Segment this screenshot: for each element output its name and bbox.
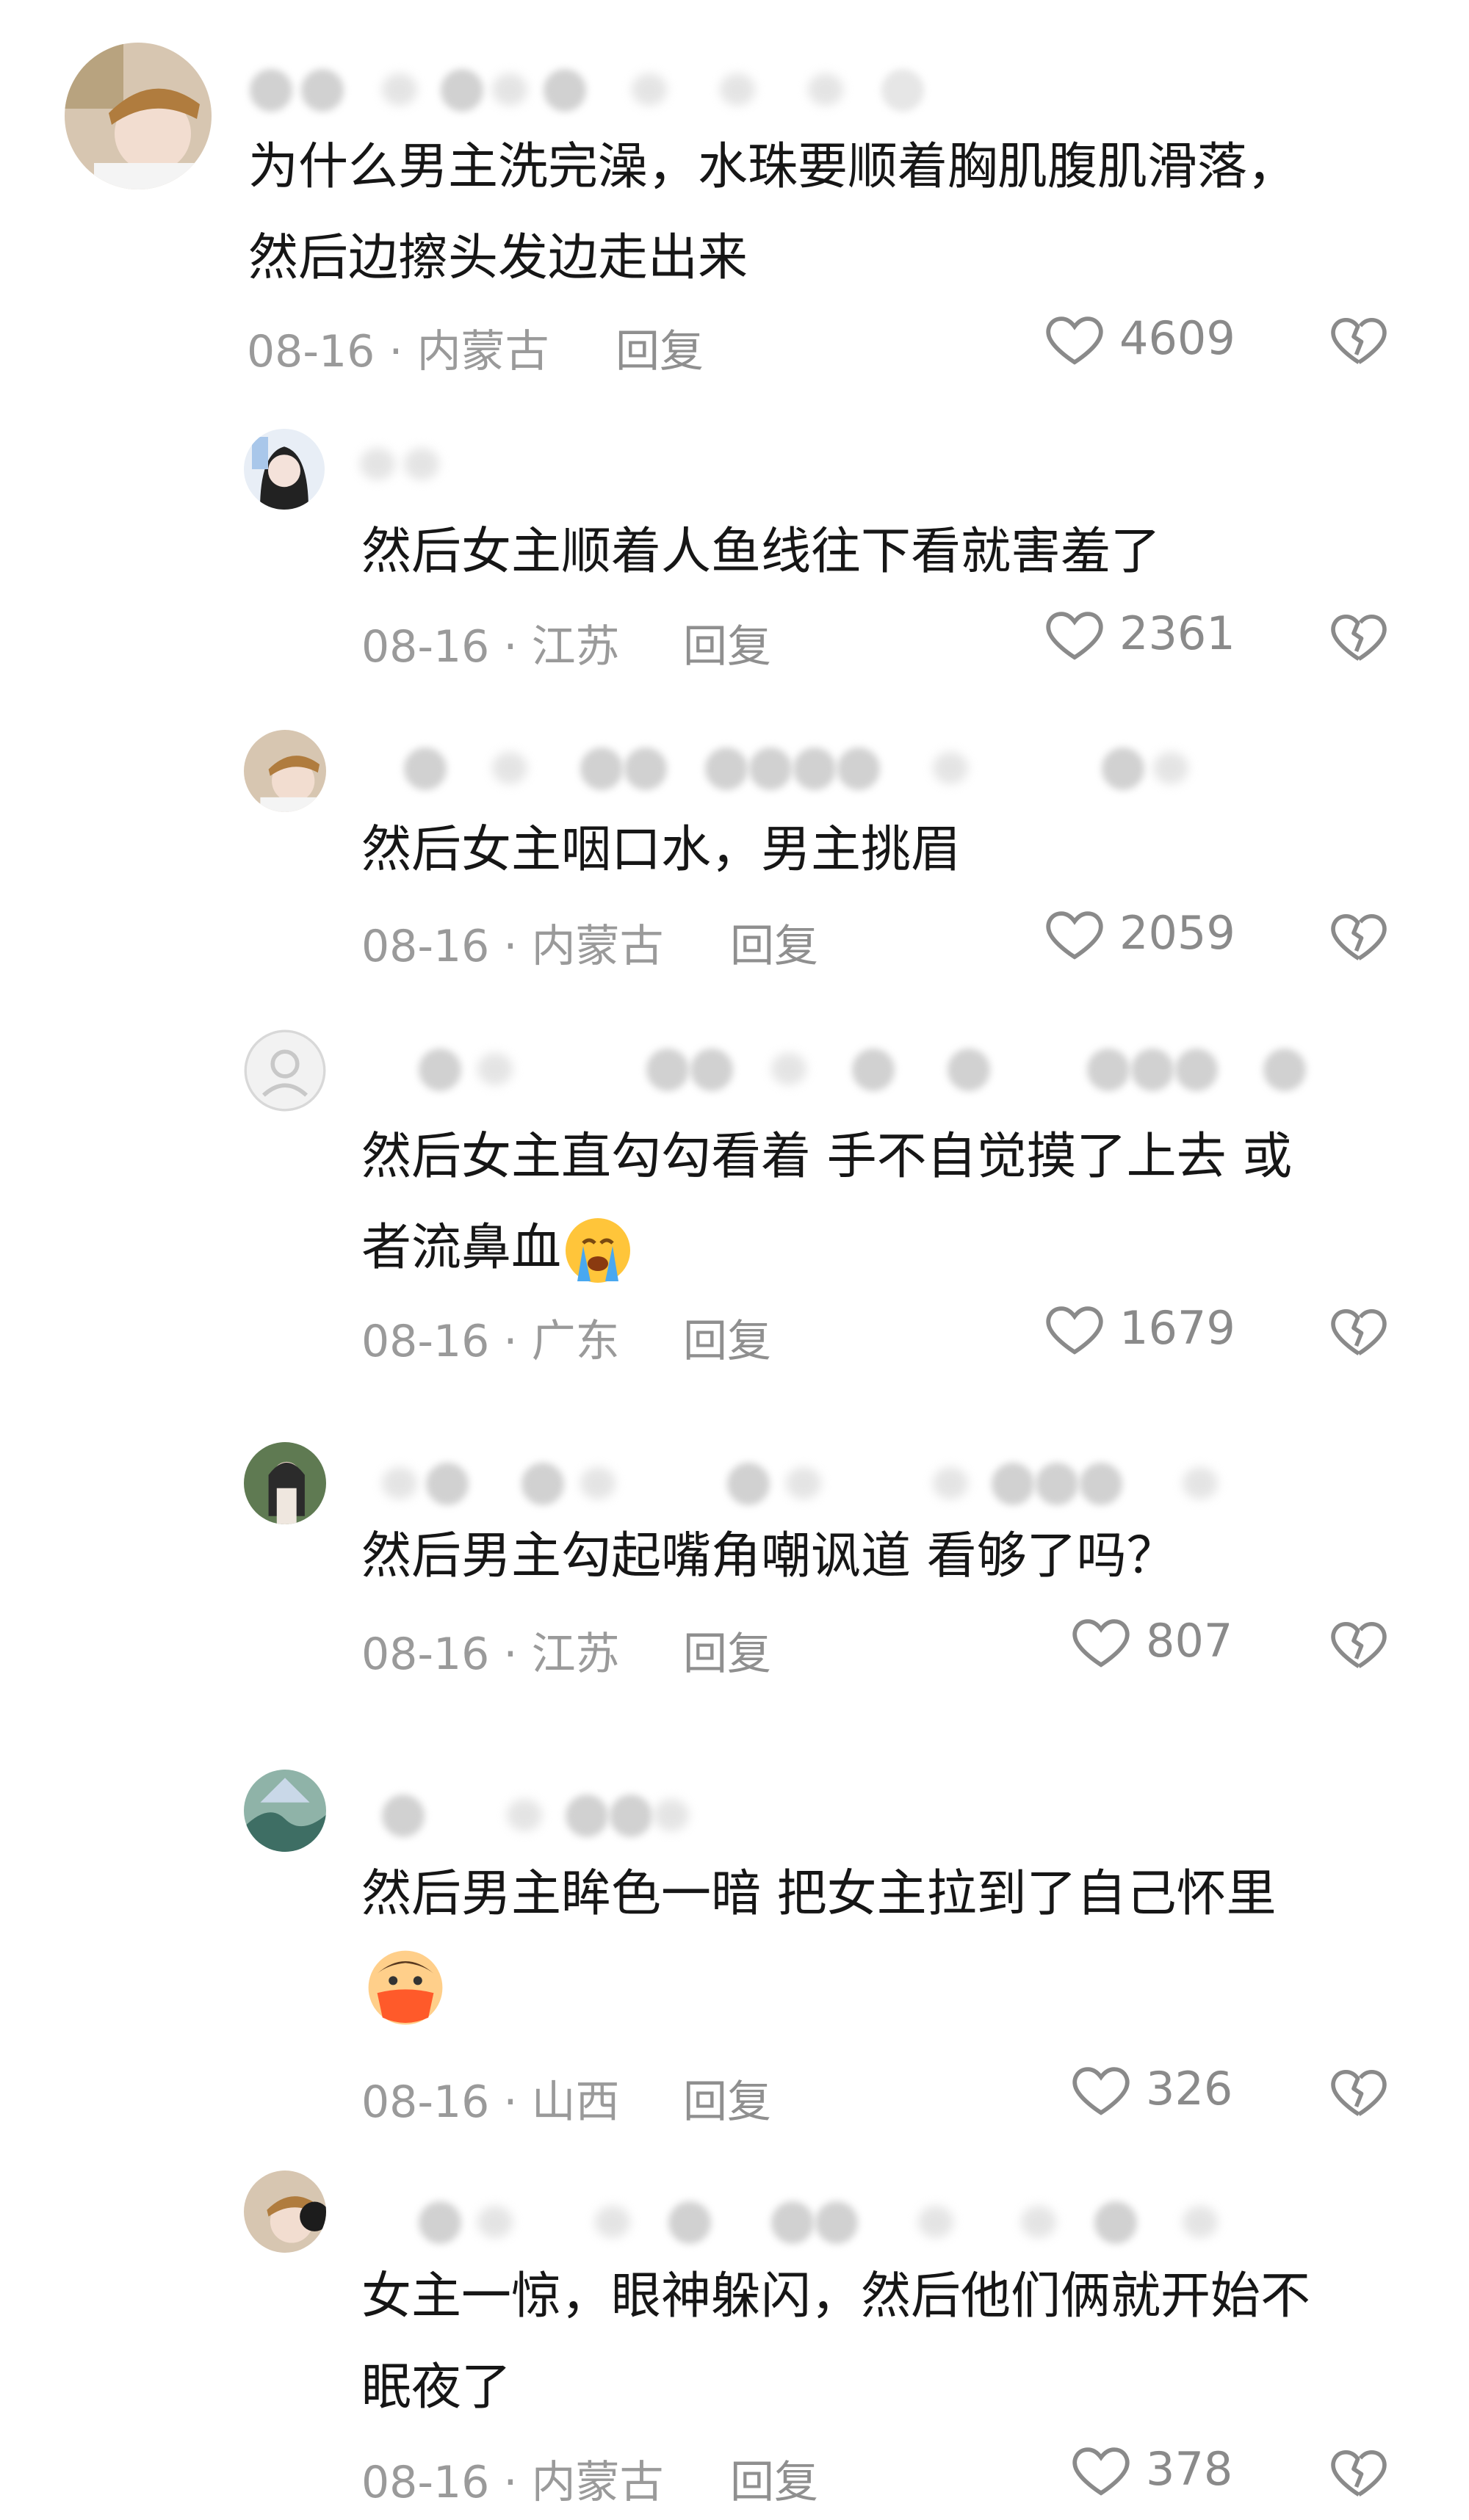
username-blurred[interactable]: [360, 433, 507, 485]
username-blurred[interactable]: [360, 2191, 1293, 2244]
broken-heart-icon: [1331, 2450, 1387, 2497]
username-blurred[interactable]: [360, 1452, 1278, 1505]
broken-heart-icon: [1331, 1621, 1387, 1668]
broken-heart-icon: [1331, 2069, 1387, 2116]
avatar[interactable]: [244, 429, 325, 510]
like-count: 378: [1146, 2442, 1233, 2496]
reply-button[interactable]: 回复: [616, 316, 704, 380]
comment-text: 为什么男主洗完澡，水珠要顺着胸肌腹肌滑落， 然后边擦头发边走出来: [248, 138, 1298, 287]
reply-button[interactable]: 回复: [683, 611, 771, 675]
dislike-button[interactable]: [1328, 1300, 1390, 1361]
comment-date-location: 08-16 · 江苏: [361, 621, 620, 673]
comment-date-location: 08-16 · 内蒙古: [361, 921, 664, 972]
avatar[interactable]: [244, 2170, 326, 2253]
dislike-button[interactable]: [1328, 308, 1390, 370]
avatar[interactable]: [65, 43, 212, 189]
heart-outline-icon: [1072, 2447, 1130, 2496]
like-button[interactable]: 807: [1069, 1610, 1275, 1676]
heart-outline-icon: [1046, 911, 1103, 960]
broken-heart-icon: [1331, 1308, 1387, 1355]
heart-outline-icon: [1046, 612, 1103, 660]
reply-button[interactable]: 回复: [730, 910, 818, 974]
username-blurred[interactable]: [250, 59, 955, 112]
comment-text: 然后男主眸色一暗 把女主拉到了自己怀里: [361, 1849, 1277, 2032]
comment-text: 然后女主直勾勾看着 手不自觉摸了上去 或 者流鼻血: [361, 1112, 1292, 1294]
reply-item: 女主一惊，眼神躲闪，然后他们俩就开始不 眠夜了 08-16 · 内蒙古 回复 3…: [0, 2159, 1469, 2520]
dislike-button[interactable]: [1328, 2060, 1390, 2122]
like-count: 2361: [1119, 607, 1235, 660]
like-count: 2059: [1119, 906, 1235, 960]
comment-date-location: 08-16 · 内蒙古: [247, 326, 549, 377]
like-button[interactable]: 4609: [1043, 307, 1263, 373]
crying-face-emoji-icon: [566, 1218, 631, 1283]
avatar[interactable]: [244, 730, 326, 812]
reply-item: 然后女主咽口水，男主挑眉 08-16 · 内蒙古 回复 2059: [0, 711, 1469, 1004]
heart-outline-icon: [1046, 316, 1103, 365]
comment-date-location: 08-16 · 广东: [361, 1316, 620, 1367]
reply-item: 然后女主顺着人鱼线往下看就害羞了 08-16 · 江苏 回复 2361: [0, 411, 1469, 690]
reply-button[interactable]: 回复: [683, 2066, 771, 2130]
like-count: 326: [1146, 2062, 1233, 2115]
heart-outline-icon: [1072, 1619, 1130, 1668]
reply-item: 然后女主直勾勾看着 手不自觉摸了上去 或 者流鼻血 08-16 · 广东 回复 …: [0, 1012, 1469, 1394]
reply-item: 然后男主眸色一暗 把女主拉到了自己怀里 08-16 · 山西 回复 326: [0, 1770, 1469, 2128]
avatar[interactable]: [244, 1029, 326, 1112]
comment-text: 然后女主顺着人鱼线往下看就害羞了: [361, 523, 1161, 581]
mask-face-emoji-icon: [368, 1951, 443, 2025]
comment-date-location: 08-16 · 山西: [361, 2077, 620, 2128]
like-button[interactable]: 378: [1069, 2438, 1275, 2504]
username-blurred[interactable]: [360, 737, 1300, 790]
comment-date-location: 08-16 · 内蒙古: [361, 2457, 664, 2508]
comment-text: 然后男主勾起嘴角嘲讽道 看够了吗？: [361, 1527, 1177, 1585]
like-count: 1679: [1119, 1301, 1235, 1355]
comment-item: 为什么男主洗完澡，水珠要顺着胸肌腹肌滑落， 然后边擦头发边走出来 08-16 ·…: [0, 0, 1469, 382]
username-blurred[interactable]: [360, 1038, 1366, 1091]
dislike-button[interactable]: [1328, 605, 1390, 667]
avatar[interactable]: [244, 1442, 326, 1524]
reply-button[interactable]: 回复: [730, 2447, 818, 2510]
like-count: 4609: [1119, 311, 1235, 365]
dislike-button[interactable]: [1328, 2441, 1390, 2502]
reply-item: 然后男主勾起嘴角嘲讽道 看够了吗？ 08-16 · 江苏 回复 807: [0, 1430, 1469, 1709]
reply-button[interactable]: 回复: [683, 1306, 771, 1369]
like-count: 807: [1146, 1614, 1233, 1668]
like-button[interactable]: 2361: [1043, 602, 1263, 668]
heart-outline-icon: [1072, 2067, 1130, 2115]
reply-button[interactable]: 回复: [683, 1618, 771, 1682]
broken-heart-icon: [1331, 317, 1387, 364]
broken-heart-icon: [1331, 913, 1387, 960]
like-button[interactable]: 326: [1069, 2057, 1275, 2123]
broken-heart-icon: [1331, 614, 1387, 661]
like-button[interactable]: 2059: [1043, 902, 1263, 968]
username-blurred[interactable]: [360, 1784, 742, 1837]
avatar[interactable]: [244, 1770, 326, 1852]
comment-text: 女主一惊，眼神躲闪，然后他们俩就开始不 眠夜了: [361, 2267, 1311, 2416]
heart-outline-icon: [1046, 1306, 1103, 1355]
dislike-button[interactable]: [1328, 905, 1390, 966]
comment-date-location: 08-16 · 江苏: [361, 1629, 620, 1680]
dislike-button[interactable]: [1328, 1612, 1390, 1674]
like-button[interactable]: 1679: [1043, 1297, 1263, 1363]
comment-text: 然后女主咽口水，男主挑眉: [361, 821, 961, 879]
